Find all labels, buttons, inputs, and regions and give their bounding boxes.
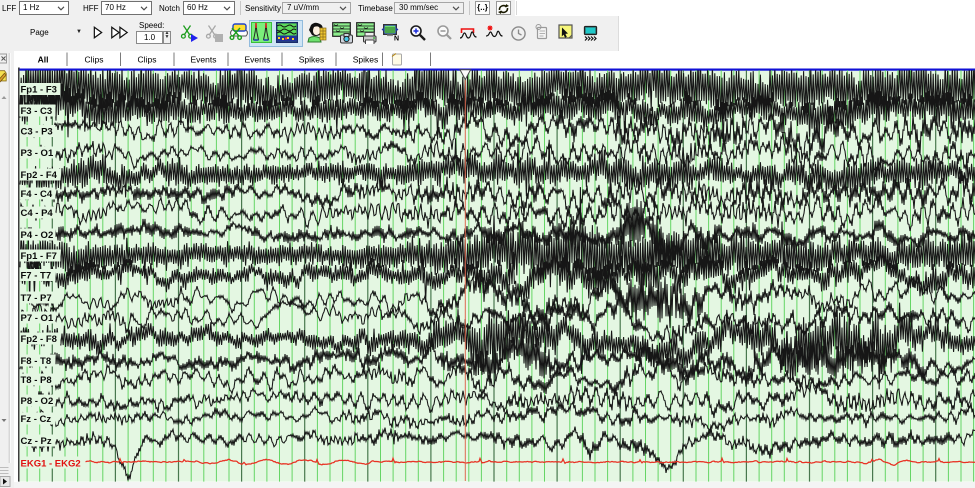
svg-text:Events: Events: [191, 55, 217, 65]
svg-text:T7 - P7: T7 - P7: [21, 293, 52, 304]
svg-text:P8 - O2: P8 - O2: [21, 396, 54, 407]
svg-text:T8 - P8: T8 - P8: [21, 375, 52, 386]
svg-text:Clips: Clips: [138, 55, 157, 65]
svg-text:F8 - T8: F8 - T8: [21, 356, 52, 367]
svg-text:Fp2 - F8: Fp2 - F8: [21, 334, 57, 345]
svg-text:P7 - O1: P7 - O1: [21, 313, 54, 324]
svg-text:P4 - O2: P4 - O2: [21, 230, 54, 241]
svg-text:All: All: [38, 55, 49, 65]
svg-text:C3 - P3: C3 - P3: [21, 126, 53, 137]
svg-text:Clips: Clips: [85, 55, 104, 65]
svg-text:Fz - Cz: Fz - Cz: [21, 414, 52, 425]
svg-text:F4 - C4: F4 - C4: [21, 189, 53, 200]
svg-text:Events: Events: [245, 55, 271, 65]
svg-text:F3 - C3: F3 - C3: [21, 106, 53, 117]
svg-text:Fp1 - F3: Fp1 - F3: [21, 84, 57, 95]
svg-text:F7 - T7: F7 - T7: [21, 270, 52, 281]
svg-text:C4 - P4: C4 - P4: [21, 208, 54, 219]
svg-text:Cz - Pz: Cz - Pz: [21, 436, 52, 447]
svg-text:N: N: [394, 36, 399, 42]
svg-text:Fp2 - F4: Fp2 - F4: [21, 170, 58, 181]
svg-text:Spikes: Spikes: [353, 55, 379, 65]
svg-text:Spikes: Spikes: [299, 55, 325, 65]
svg-text:P3 - O1: P3 - O1: [21, 148, 54, 159]
svg-text:EKG1 - EKG2: EKG1 - EKG2: [21, 459, 81, 470]
svg-text:Fp1 - F7: Fp1 - F7: [21, 251, 57, 262]
